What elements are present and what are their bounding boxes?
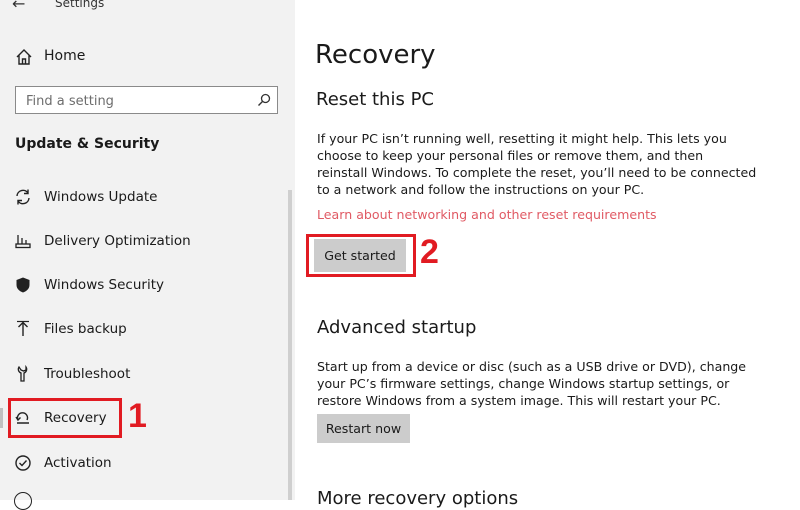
sidebar-item-label: Files backup — [44, 321, 127, 337]
sidebar-item-label: Activation — [44, 455, 112, 471]
sidebar-item-label: Delivery Optimization — [44, 233, 191, 249]
shield-icon — [16, 277, 30, 293]
search-box[interactable] — [15, 86, 278, 114]
advanced-startup-title: Advanced startup — [317, 317, 477, 338]
advanced-startup-description: Start up from a device or disc (such as … — [317, 359, 747, 408]
more-recovery-options-title: More recovery options — [317, 488, 519, 509]
sidebar-item-windows-security[interactable]: Windows Security — [0, 267, 288, 303]
sidebar-scrollbar[interactable] — [288, 190, 292, 500]
callout-number-1: 1 — [128, 397, 147, 435]
sidebar-item-label: Troubleshoot — [44, 366, 131, 382]
sync-icon — [16, 189, 30, 205]
sidebar-item-files-backup[interactable]: Files backup — [0, 311, 288, 347]
reset-requirements-link[interactable]: Learn about networking and other reset r… — [317, 207, 657, 222]
sidebar-item-label: Windows Security — [44, 277, 164, 293]
home-link[interactable]: Home — [44, 48, 85, 64]
callout-box-2 — [306, 234, 416, 277]
home-icon[interactable] — [14, 47, 34, 67]
delivery-icon — [15, 235, 31, 249]
restart-now-button[interactable]: Restart now — [317, 414, 410, 443]
sidebar-item-delivery-optimization[interactable]: Delivery Optimization — [0, 223, 288, 259]
search-icon[interactable] — [257, 93, 271, 107]
check-circle-icon — [15, 455, 31, 471]
upload-icon — [17, 320, 29, 336]
window-title: Settings — [55, 0, 105, 10]
search-input[interactable] — [24, 91, 248, 111]
reset-description: If your PC isn’t running well, resetting… — [317, 131, 757, 197]
reset-section-title: Reset this PC — [316, 89, 434, 110]
callout-box-1 — [8, 398, 122, 438]
sidebar-item-label: Windows Update — [44, 189, 158, 205]
callout-number-2: 2 — [420, 233, 439, 271]
next-item-icon — [14, 492, 32, 510]
sidebar-item-activation[interactable]: Activation — [0, 445, 288, 481]
section-title: Update & Security — [15, 136, 160, 152]
wrench-icon — [17, 365, 28, 382]
back-arrow-icon[interactable]: ← — [12, 0, 25, 13]
page-title: Recovery — [315, 40, 436, 70]
sidebar-item-troubleshoot[interactable]: Troubleshoot — [0, 356, 288, 392]
sidebar-item-windows-update[interactable]: Windows Update — [0, 179, 288, 215]
selected-indicator — [0, 408, 3, 428]
